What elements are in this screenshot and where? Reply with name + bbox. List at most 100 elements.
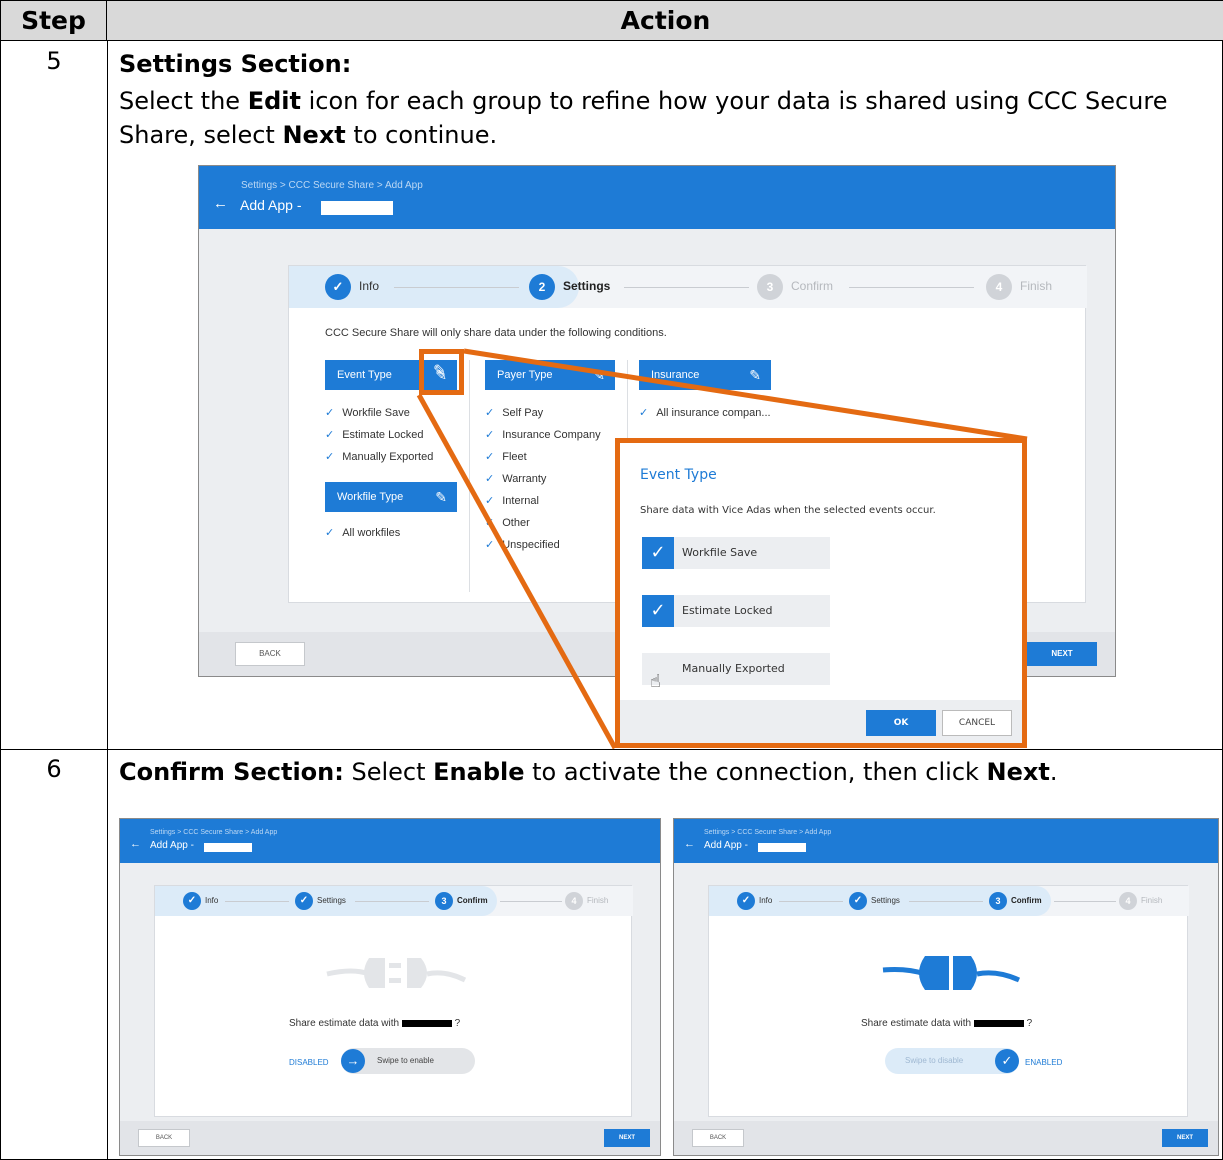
step-label-settings: Settings (563, 279, 611, 293)
step-label-info: Info (759, 896, 773, 905)
list-item: ✓ Warranty (485, 473, 547, 485)
check-icon: ✓ (183, 892, 201, 910)
list-item: ✓ Fleet (485, 451, 527, 463)
list-item: ✓ All insurance compan... (639, 407, 771, 419)
check-icon: ✓ (325, 274, 351, 300)
cancel-button[interactable]: CANCEL (942, 710, 1012, 736)
back-button[interactable]: BACK (692, 1129, 744, 1147)
step-label-finish: Finish (587, 896, 609, 905)
redaction (321, 201, 393, 215)
option-label: Manually Exported (682, 662, 785, 675)
wizard-footer: BACK NEXT (674, 1121, 1218, 1155)
instruction-table: Step Action 5 Settings Section: Select t… (0, 0, 1223, 1160)
table-header: Step Action (1, 1, 1223, 41)
list-item: ✓ All workfiles (325, 527, 401, 539)
step-connector (225, 901, 289, 902)
intro-text: CCC Secure Share will only share data un… (325, 327, 667, 339)
step-instruction: Share, select Next to continue. (119, 121, 498, 149)
check-icon: ✓ (849, 892, 867, 910)
step-label-settings: Settings (871, 896, 900, 905)
back-arrow-icon[interactable]: ← (684, 838, 695, 850)
back-arrow-icon[interactable]: ← (130, 838, 141, 850)
list-item: ✓ Self Pay (485, 407, 544, 419)
wizard-card: ✓ Info ✓ Settings 3 Confirm 4 Finish Sha… (154, 885, 633, 1117)
check-icon: ✓ (737, 892, 755, 910)
back-arrow-icon[interactable]: ← (213, 195, 228, 212)
back-button[interactable]: BACK (138, 1129, 190, 1147)
step-number: 6 (46, 755, 62, 783)
page-title: Add App - (240, 197, 302, 213)
step-connector (849, 287, 974, 288)
step-num: 3 (435, 892, 453, 910)
step-connector (909, 901, 983, 902)
step-num: 4 (1119, 892, 1137, 910)
step-num: 3 (757, 274, 783, 300)
option-estimate-locked[interactable]: ✓ Estimate Locked (642, 595, 830, 627)
list-item: ✓ Other (485, 517, 530, 529)
redaction (973, 1019, 1024, 1027)
option-manually-exported[interactable]: Manually Exported (642, 653, 830, 685)
step-num: 3 (989, 892, 1007, 910)
status-label: DISABLED (289, 1058, 329, 1067)
step-connector (394, 287, 519, 288)
list-item: ✓ Internal (485, 495, 539, 507)
option-label: Estimate Locked (682, 604, 773, 617)
step-connector (500, 901, 562, 902)
page-title: Add App - (150, 840, 194, 851)
workfile-type-header: Workfile Type ✎ (325, 482, 457, 512)
app-header: Settings > CCC Secure Share > Add App ← … (199, 166, 1115, 229)
step-num: 4 (565, 892, 583, 910)
edit-pencil-icon[interactable]: ✎ (435, 482, 447, 512)
step-connector (355, 901, 429, 902)
next-button[interactable]: NEXT (604, 1129, 650, 1147)
step-title: Settings Section: (119, 50, 352, 78)
event-type-dialog: Event Type Share data with Vice Adas whe… (615, 438, 1027, 748)
header-step: Step (1, 1, 107, 41)
swipe-label: Swipe to enable (377, 1056, 434, 1065)
check-icon[interactable]: ✓ (995, 1049, 1019, 1073)
step-instruction: Confirm Section: Select Enable to activa… (119, 758, 1058, 786)
list-item: ✓ Estimate Locked (325, 429, 424, 441)
app-header: Settings > CCC Secure Share > Add App ← … (674, 819, 1218, 863)
ok-button[interactable]: OK (866, 710, 936, 736)
step-label-confirm: Confirm (791, 279, 834, 293)
dialog-description: Share data with Vice Adas when the selec… (640, 505, 936, 516)
edit-pencil-icon[interactable]: ✎ (593, 360, 605, 390)
list-item: ✓ Unspecified (485, 539, 560, 551)
check-icon: ✓ (295, 892, 313, 910)
payer-type-header: Payer Type ✎ (485, 360, 615, 390)
wizard-footer: BACK NEXT (120, 1121, 660, 1155)
edit-pencil-icon[interactable]: ✎ (433, 361, 446, 380)
step-label-confirm: Confirm (457, 896, 488, 905)
option-workfile-save[interactable]: ✓ Workfile Save (642, 537, 830, 569)
checkbox-checked-icon[interactable]: ✓ (642, 537, 674, 569)
step-connector (1054, 901, 1116, 902)
back-button[interactable]: BACK (235, 642, 305, 666)
wizard-card: ✓ Info ✓ Settings 3 Confirm 4 Finish Sha… (708, 885, 1189, 1117)
edit-pencil-icon[interactable]: ✎ (749, 360, 761, 390)
header-action: Action (620, 6, 711, 35)
hand-cursor-icon: ☝ (650, 671, 661, 692)
step-label-finish: Finish (1020, 279, 1053, 293)
arrow-right-icon[interactable]: → (341, 1049, 365, 1073)
page-title: Add App - (704, 840, 748, 851)
step-label-finish: Finish (1141, 896, 1163, 905)
redaction (401, 1019, 452, 1027)
step-label-info: Info (205, 896, 219, 905)
column-separator (469, 360, 470, 592)
step-connector (779, 901, 843, 902)
checkbox-checked-icon[interactable]: ✓ (642, 595, 674, 627)
next-button[interactable]: NEXT (1162, 1129, 1208, 1147)
swipe-label: Swipe to disable (905, 1056, 964, 1065)
plug-disconnected-icon (326, 958, 467, 988)
breadcrumb: Settings > CCC Secure Share > Add App (150, 829, 278, 836)
share-question: Share estimate data with ? (861, 1018, 1033, 1029)
redaction (204, 843, 252, 852)
redaction (758, 843, 806, 852)
step-number: 5 (46, 47, 62, 75)
step-num: 4 (986, 274, 1012, 300)
next-button[interactable]: NEXT (1027, 642, 1097, 666)
status-label: ENABLED (1025, 1058, 1063, 1067)
confirm-enabled-screenshot: Settings > CCC Secure Share > Add App ← … (673, 818, 1219, 1156)
dialog-footer: OK CANCEL (620, 700, 1022, 743)
